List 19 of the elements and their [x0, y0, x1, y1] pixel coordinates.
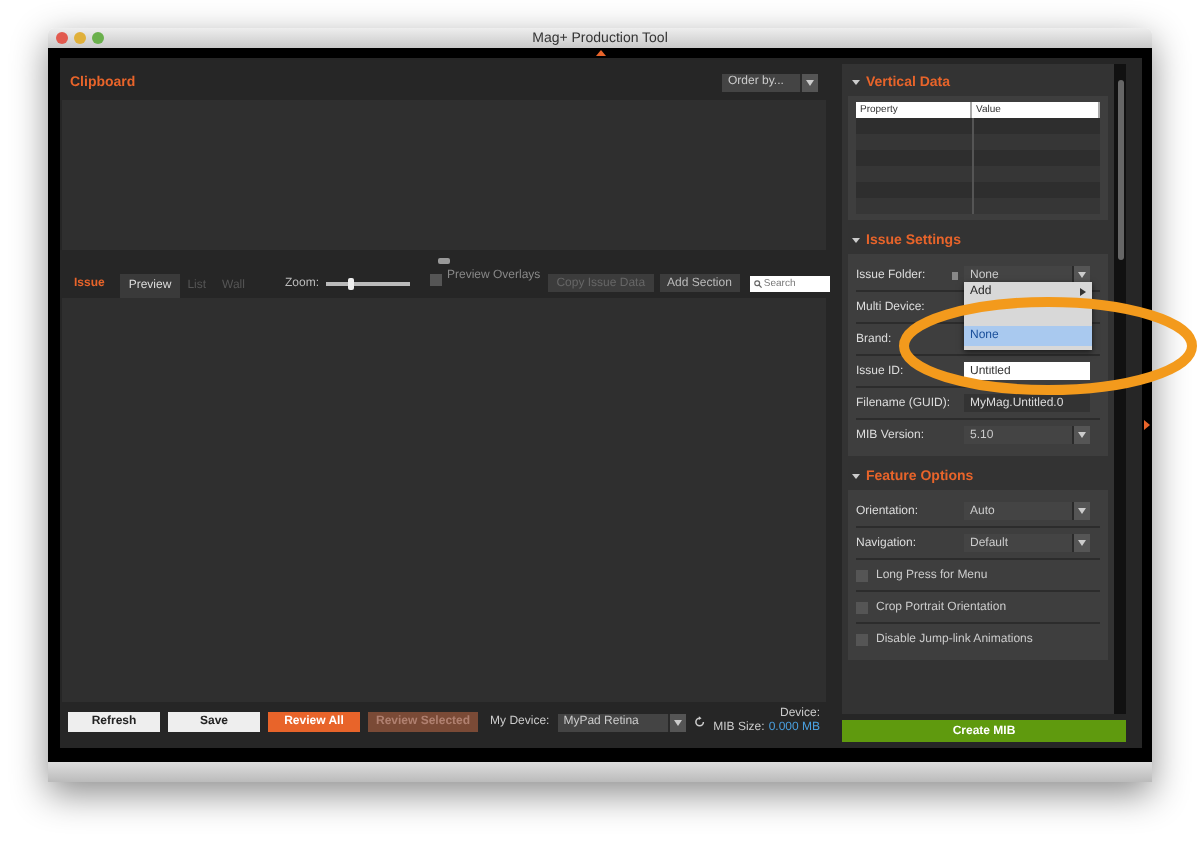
- disclosure-triangle-icon[interactable]: [852, 236, 860, 244]
- caret-icon: [1072, 426, 1090, 444]
- caret-icon: [667, 713, 686, 731]
- scrollbar[interactable]: [1114, 64, 1126, 714]
- disclosure-triangle-icon[interactable]: [852, 78, 860, 86]
- splitter-handle[interactable]: [438, 257, 450, 263]
- caret-icon: [800, 73, 818, 91]
- document-icon: [952, 271, 958, 279]
- triangle-icon[interactable]: [1144, 420, 1150, 430]
- caret-icon: [1080, 288, 1086, 296]
- slider-thumb[interactable]: [348, 278, 355, 290]
- caret-icon: [1072, 534, 1090, 552]
- refresh-icon[interactable]: [693, 716, 706, 728]
- disclosure-triangle-icon[interactable]: [852, 472, 860, 480]
- search-icon: [753, 280, 762, 288]
- checkbox[interactable]: [429, 274, 441, 286]
- close-icon[interactable]: [56, 32, 68, 44]
- caret-icon: [1072, 502, 1090, 520]
- triangle-icon[interactable]: [596, 50, 606, 56]
